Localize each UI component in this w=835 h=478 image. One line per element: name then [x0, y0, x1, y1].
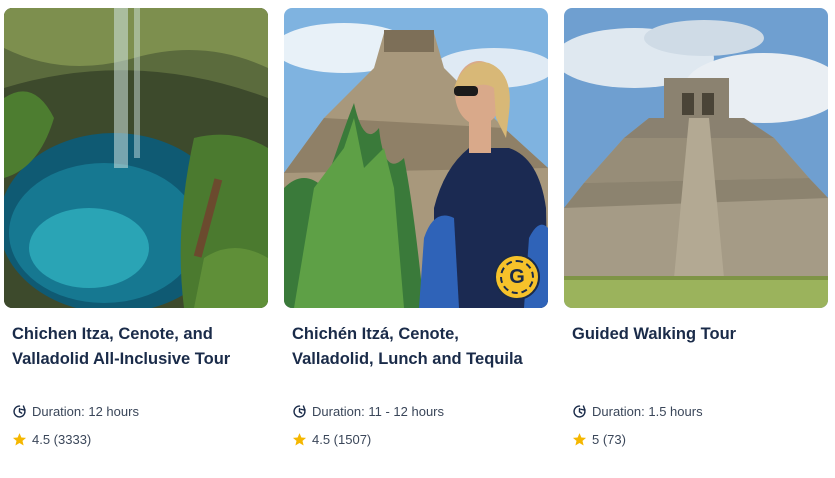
clock-icon — [12, 404, 27, 419]
tour-title[interactable]: Guided Walking Tour — [572, 322, 822, 347]
duration-info: Duration: 11 - 12 hours — [292, 404, 444, 419]
rating-text: 5 (73) — [592, 432, 626, 447]
star-icon — [572, 432, 587, 447]
duration-text: Duration: 11 - 12 hours — [312, 404, 444, 419]
duration-text: Duration: 1.5 hours — [592, 404, 703, 419]
woman-at-pyramid-photo[interactable]: G — [284, 8, 548, 308]
clock-icon — [292, 404, 307, 419]
star-icon — [292, 432, 307, 447]
rating-info: 5 (73) — [572, 432, 626, 447]
badge-letter: G — [500, 260, 534, 294]
rating-info: 4.5 (3333) — [12, 432, 91, 447]
kukulcan-pyramid-photo[interactable] — [564, 8, 828, 308]
rating-info: 4.5 (1507) — [292, 432, 371, 447]
duration-info: Duration: 1.5 hours — [572, 404, 703, 419]
tour-card-chichen-itza-lunch-tequila[interactable]: G Chichén Itzá, Cenote, Valladolid, Lunc… — [284, 8, 548, 470]
cenote-waterfall-photo[interactable] — [4, 8, 268, 308]
duration-text: Duration: 12 hours — [32, 404, 139, 419]
tour-title[interactable]: Chichen Itza, Cenote, and Valladolid All… — [12, 322, 262, 372]
rating-text: 4.5 (1507) — [312, 432, 372, 447]
tour-title[interactable]: Chichén Itzá, Cenote, Valladolid, Lunch … — [292, 322, 542, 372]
tour-card-chichen-itza-all-inclusive[interactable]: Chichen Itza, Cenote, and Valladolid All… — [4, 8, 268, 470]
rating-text: 4.5 (3333) — [32, 432, 92, 447]
duration-info: Duration: 12 hours — [12, 404, 139, 419]
tour-card-guided-walking-tour[interactable]: Guided Walking Tour Duration: 1.5 hours … — [564, 8, 828, 470]
g-badge-icon: G — [494, 254, 540, 300]
clock-icon — [572, 404, 587, 419]
star-icon — [12, 432, 27, 447]
